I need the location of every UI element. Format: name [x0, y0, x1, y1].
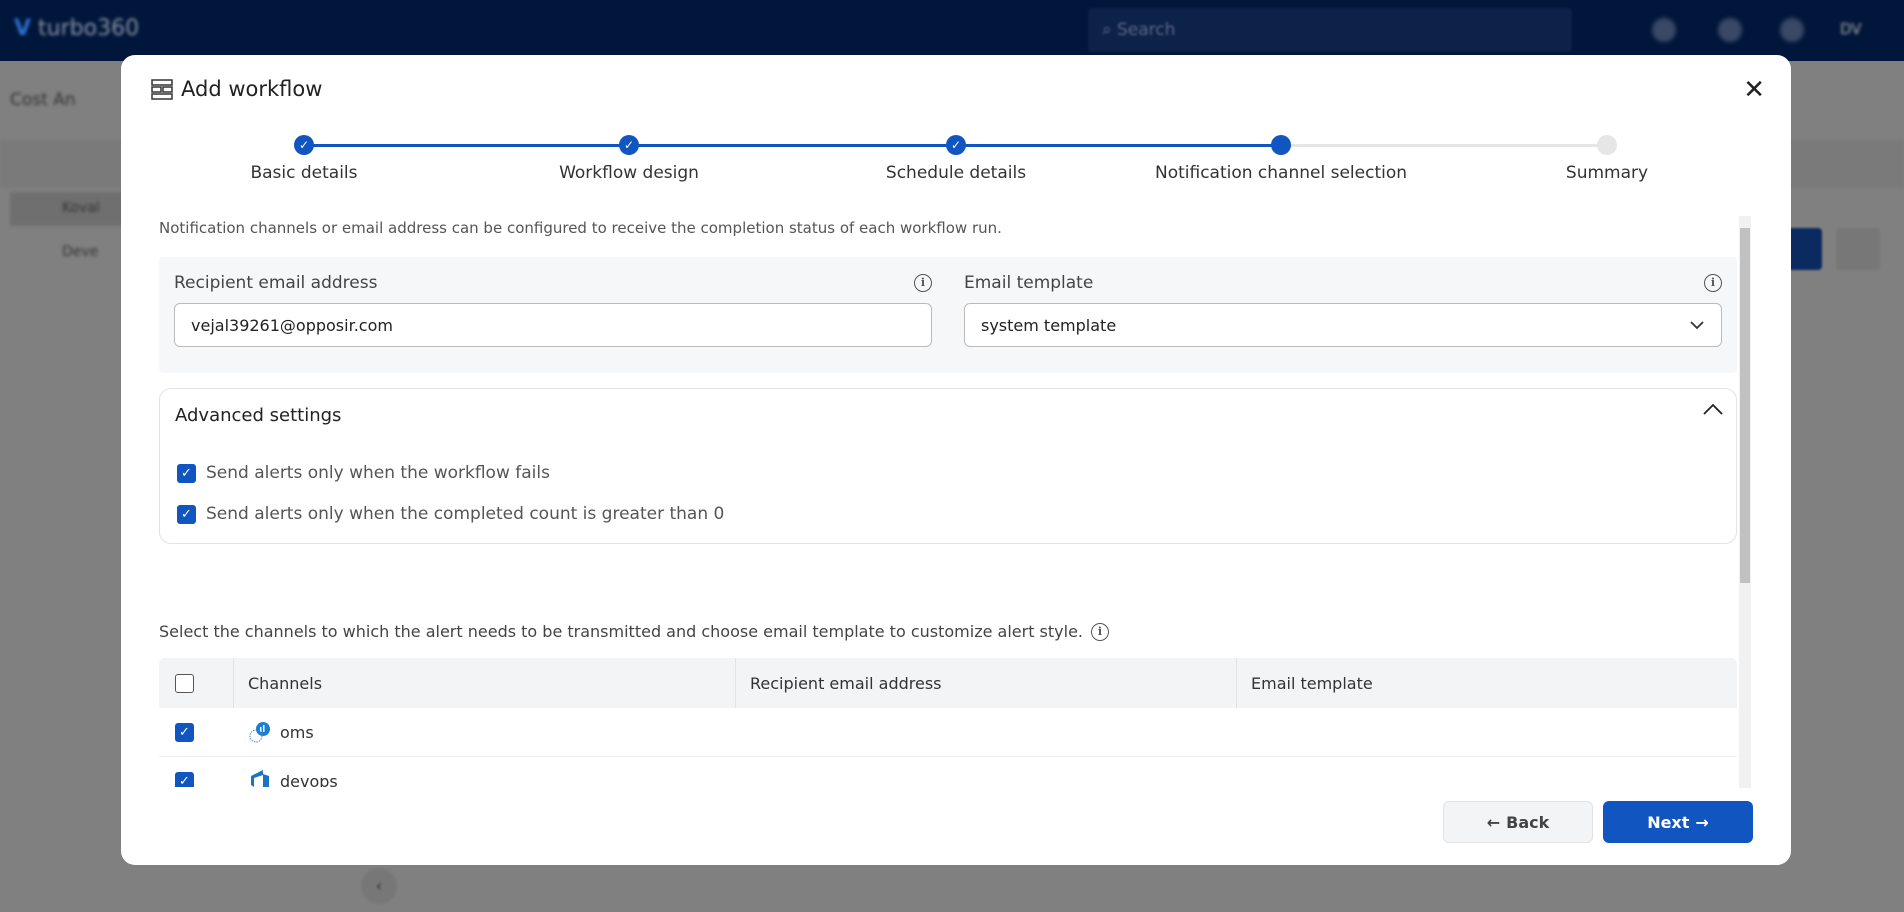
info-text: Notification channels or email address c… — [159, 219, 1002, 237]
template-label: Email template — [964, 273, 1094, 293]
option-completed-count[interactable]: ✓ Send alerts only when the completed cou… — [177, 504, 724, 524]
add-workflow-modal: Add workflow ✕ ✓ Basic details ✓ Workflow … — [121, 55, 1791, 865]
template-field: Email template i system template — [964, 273, 1722, 347]
check-icon: ✓ — [946, 135, 966, 155]
azure-devops-icon — [248, 770, 272, 787]
step-schedule-details[interactable]: ✓ Schedule details — [806, 135, 1106, 183]
check-icon: ✓ — [294, 135, 314, 155]
tree-root: Koval — [62, 200, 100, 216]
option-workflow-fails[interactable]: ✓ Send alerts only when the workflow fail… — [177, 463, 550, 483]
checkbox[interactable]: ✓ — [177, 504, 196, 524]
collapse-sidebar-button: ‹ — [361, 868, 397, 904]
recipient-field: Recipient email address i vejal39261@oppo… — [174, 273, 932, 347]
info-icon[interactable]: i — [914, 274, 932, 292]
modal-title: Add workflow — [151, 77, 322, 101]
arrow-right-icon: → — [1695, 812, 1709, 832]
step-basic-details[interactable]: ✓ Basic details — [154, 135, 454, 183]
recipient-label: Recipient email address — [174, 273, 378, 293]
modal-content: Notification channels or email address c… — [159, 215, 1739, 787]
check-icon: ✓ — [619, 135, 639, 155]
column-channels: Channels — [234, 658, 736, 708]
checkbox[interactable]: ✓ — [177, 463, 196, 483]
info-icon[interactable]: i — [1704, 274, 1722, 292]
stepper: ✓ Basic details ✓ Workflow design ✓ Schedul… — [121, 135, 1791, 205]
breadcrumb: Cost An — [10, 90, 76, 110]
select-all-checkbox[interactable] — [175, 673, 194, 693]
close-icon[interactable]: ✕ — [1743, 77, 1765, 103]
pending-step-dot — [1597, 135, 1617, 155]
table-row[interactable]: ✓ devops — [159, 757, 1737, 787]
table-header: Channels Recipient email address Email t… — [159, 658, 1737, 708]
scrollbar[interactable] — [1739, 216, 1751, 788]
gear-icon[interactable] — [1780, 18, 1804, 42]
channels-table: Channels Recipient email address Email t… — [159, 658, 1737, 787]
top-bar: V turbo360 ⌕ Search DV — [0, 0, 1904, 61]
avatar[interactable]: DV — [1840, 20, 1862, 38]
row-checkbox[interactable]: ✓ — [175, 771, 194, 787]
email-template-select[interactable]: system template — [964, 303, 1722, 347]
step-workflow-design[interactable]: ✓ Workflow design — [479, 135, 779, 183]
bell-icon[interactable] — [1718, 18, 1742, 42]
back-button[interactable]: ← Back — [1443, 801, 1593, 843]
arrow-left-icon: ← — [1486, 812, 1501, 832]
table-row[interactable]: ✓ oms — [159, 708, 1737, 757]
scrollbar-thumb[interactable] — [1740, 228, 1750, 583]
info-icon[interactable]: i — [1091, 622, 1109, 641]
next-button[interactable]: Next → — [1603, 801, 1753, 843]
chevron-up-icon[interactable] — [1702, 403, 1724, 415]
advanced-settings: Advanced settings ✓ Send alerts only when… — [159, 388, 1737, 544]
background-refresh-button — [1836, 228, 1880, 270]
oms-icon — [248, 721, 272, 743]
workflow-icon — [151, 79, 173, 100]
step-summary[interactable]: Summary — [1457, 135, 1757, 183]
current-step-dot — [1271, 135, 1291, 155]
row-checkbox[interactable]: ✓ — [175, 722, 194, 742]
recipient-email-input[interactable]: vejal39261@opposir.com — [174, 303, 932, 347]
search-input[interactable]: ⌕ Search — [1088, 8, 1572, 52]
column-recipient: Recipient email address — [736, 658, 1237, 708]
app-logo: V turbo360 — [14, 16, 140, 41]
channels-instruction: Select the channels to which the alert n… — [159, 622, 1109, 641]
megaphone-icon[interactable] — [1652, 18, 1676, 42]
step-notification-channel-selection[interactable]: Notification channel selection — [1131, 135, 1431, 183]
tree-child: Deve — [62, 244, 99, 260]
column-template: Email template — [1251, 673, 1373, 693]
advanced-settings-title[interactable]: Advanced settings — [175, 405, 341, 426]
email-panel: Recipient email address i vejal39261@oppo… — [159, 257, 1737, 373]
chevron-down-icon — [1690, 321, 1704, 330]
